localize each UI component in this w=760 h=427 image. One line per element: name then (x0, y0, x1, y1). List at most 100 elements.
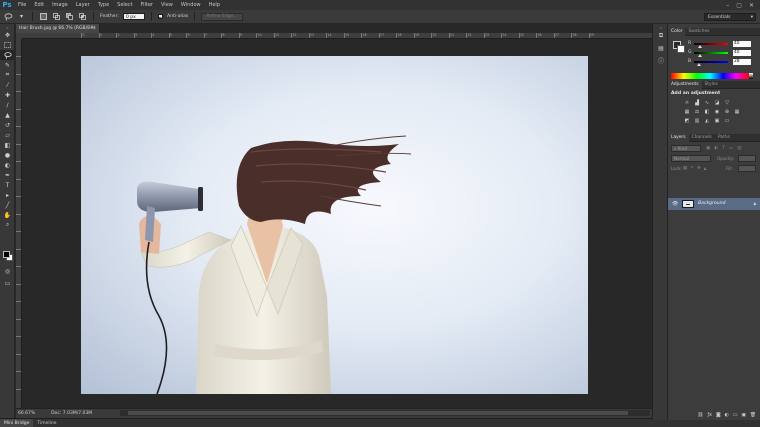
gradient-map-icon[interactable]: ▭ (724, 118, 730, 124)
lock-transparent-icon[interactable]: ▦ (683, 166, 687, 172)
filter-pixel-icon[interactable]: ▣ (706, 146, 710, 152)
lock-all-icon[interactable]: 🔒︎ (704, 166, 706, 172)
workspace-select[interactable]: Essentials ▾ (704, 13, 756, 21)
shape-tool-icon[interactable]: ╱ (0, 200, 15, 210)
invert-icon[interactable]: ◩ (684, 118, 690, 124)
exposure-icon[interactable]: ◪ (714, 100, 720, 106)
antialias-checkbox[interactable] (157, 14, 163, 19)
green-slider[interactable] (694, 51, 728, 57)
tab-mini-bridge[interactable]: Mini Bridge (0, 418, 34, 427)
clone-stamp-tool-icon[interactable]: ▲ (0, 110, 15, 120)
minimize-button[interactable]: – (726, 2, 729, 9)
foreground-color-swatch[interactable] (3, 251, 10, 258)
tab-adjustments[interactable]: Adjustments (668, 80, 702, 89)
document-tab[interactable]: Hair Brush.jpg @ 66.7% (RGB/8#) × (16, 24, 100, 33)
photoshop-logo[interactable]: Ps (0, 0, 14, 10)
menu-type[interactable]: Type (94, 2, 113, 8)
lock-position-icon[interactable]: ✥ (697, 166, 701, 172)
eye-icon[interactable]: 👁︎ (672, 201, 678, 207)
menu-layer[interactable]: Layer (72, 2, 94, 8)
tab-color[interactable]: Color (668, 27, 686, 36)
move-tool-icon[interactable]: ✥ (0, 30, 15, 40)
document-image[interactable] (81, 56, 588, 394)
subtract-selection-icon[interactable] (65, 12, 74, 21)
marquee-tool-icon[interactable] (0, 40, 15, 50)
new-adjustment-icon[interactable]: ◐ (725, 413, 729, 418)
document-size[interactable]: Doc: 7.03M/7.03M (51, 411, 92, 416)
add-selection-icon[interactable] (52, 12, 61, 21)
intersect-selection-icon[interactable] (78, 12, 87, 21)
photo-filter-icon[interactable]: ◉ (714, 109, 720, 115)
green-value[interactable]: 40 (733, 49, 751, 56)
menu-view[interactable]: View (157, 2, 177, 8)
brightness-contrast-icon[interactable]: ☼ (684, 100, 690, 106)
channel-mixer-icon[interactable]: ⊕ (724, 109, 730, 115)
path-selection-tool-icon[interactable]: ▸ (0, 190, 15, 200)
horizontal-ruler[interactable]: 0 1 2 3 4 5 6 7 8 9 10 11 12 13 14 15 16 17 18 19 20 21 22 23 24… (22, 33, 652, 39)
layer-style-icon[interactable]: ƒx (707, 413, 712, 418)
color-grayscale-ramp[interactable] (749, 73, 753, 79)
fill-input[interactable] (738, 165, 756, 172)
history-icon[interactable]: ⧉ (653, 30, 669, 42)
feather-input[interactable]: 0 px (122, 13, 145, 20)
red-value[interactable]: 40 (733, 40, 751, 47)
vertical-ruler[interactable] (16, 39, 22, 408)
red-slider[interactable] (694, 42, 728, 48)
blue-slider[interactable] (694, 60, 728, 66)
color-spectrum-ramp[interactable] (671, 73, 749, 79)
layer-mask-icon[interactable]: ◙ (716, 413, 721, 418)
eyedropper-tool-icon[interactable]: ⁄ (0, 80, 15, 90)
tab-layers[interactable]: Layers (668, 133, 689, 142)
chevron-down-icon[interactable]: ▾ (17, 12, 26, 21)
blue-value[interactable]: 28 (733, 58, 751, 65)
paint-bucket-tool-icon[interactable]: ◧ (0, 140, 15, 150)
menu-file[interactable]: File (14, 2, 30, 8)
tab-timeline[interactable]: Timeline (33, 419, 60, 427)
color-balance-icon[interactable]: ⚖ (694, 109, 700, 115)
history-brush-tool-icon[interactable]: ↺ (0, 120, 15, 130)
posterize-icon[interactable]: ▥ (694, 118, 700, 124)
filter-shape-icon[interactable]: ▭ (729, 146, 733, 152)
zoom-tool-icon[interactable]: ⌕ (0, 220, 15, 230)
screen-mode-icon[interactable]: ▭ (0, 278, 15, 288)
vibrance-icon[interactable]: ▽ (724, 100, 730, 106)
selective-color-icon[interactable]: ▣ (714, 118, 720, 124)
blur-tool-icon[interactable]: ● (0, 150, 15, 160)
threshold-icon[interactable]: ◭ (704, 118, 710, 124)
close-icon[interactable]: × (92, 24, 96, 33)
background-color-swatch[interactable] (677, 45, 685, 53)
lasso-tool-preset-icon[interactable] (4, 12, 13, 21)
link-layers-icon[interactable]: ⛓ (697, 413, 703, 418)
opacity-input[interactable] (738, 155, 756, 162)
type-tool-icon[interactable]: T (0, 180, 15, 190)
hand-tool-icon[interactable]: ✋ (0, 210, 15, 220)
tab-paths[interactable]: Paths (715, 134, 733, 142)
filter-type-icon[interactable]: T (722, 146, 725, 152)
brush-tool-icon[interactable]: ∕ (0, 100, 15, 110)
filter-adjustment-icon[interactable]: ◐ (714, 146, 718, 152)
menu-select[interactable]: Select (113, 2, 136, 8)
tab-swatches[interactable]: Swatches (685, 28, 712, 36)
new-selection-icon[interactable] (39, 12, 48, 21)
menu-help[interactable]: Help (205, 2, 224, 8)
maximize-button[interactable]: ▢ (736, 2, 742, 9)
properties-icon[interactable]: ▤ (653, 42, 669, 54)
pen-tool-icon[interactable]: ✒ (0, 170, 15, 180)
layer-row-background[interactable]: 👁︎ Background 🔒︎ (668, 198, 760, 210)
layer-filter-kind[interactable]: ⌕ Kind (671, 145, 701, 152)
menu-window[interactable]: Window (177, 2, 205, 8)
tab-styles[interactable]: Styles (702, 81, 721, 89)
eraser-tool-icon[interactable]: ▱ (0, 130, 15, 140)
quick-mask-icon[interactable]: ◎ (0, 266, 15, 276)
lasso-tool-icon[interactable] (0, 50, 15, 60)
hue-saturation-icon[interactable]: ▦ (684, 109, 690, 115)
lock-pixels-icon[interactable]: ✎ (690, 166, 694, 172)
crop-tool-icon[interactable]: ⌗ (0, 70, 15, 80)
layer-name[interactable]: Background (698, 201, 726, 206)
healing-brush-tool-icon[interactable]: ✚ (0, 90, 15, 100)
menu-image[interactable]: Image (48, 2, 72, 8)
filter-smart-icon[interactable]: ▤ (737, 146, 741, 152)
menu-filter[interactable]: Filter (137, 2, 157, 8)
curves-icon[interactable]: ∿ (704, 100, 710, 106)
trash-icon[interactable]: 🗑︎ (750, 413, 756, 418)
